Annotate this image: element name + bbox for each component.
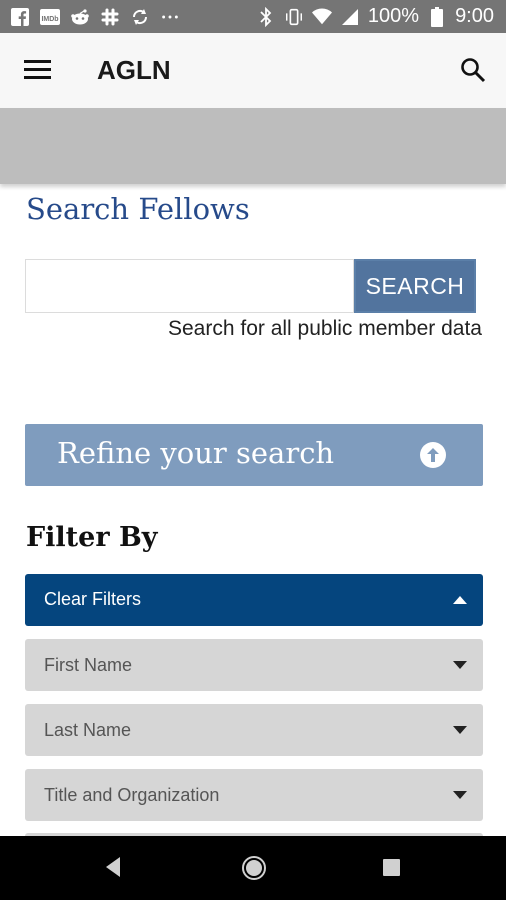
page-title: Search Fellows bbox=[26, 192, 250, 226]
bluetooth-icon bbox=[256, 6, 276, 27]
menu-icon[interactable] bbox=[24, 59, 52, 81]
imdb-icon: IMDb bbox=[40, 7, 60, 27]
back-icon[interactable] bbox=[104, 856, 122, 883]
app-title: AGLN bbox=[97, 55, 171, 85]
sync-icon bbox=[130, 7, 150, 27]
search-icon[interactable] bbox=[460, 57, 486, 83]
home-icon[interactable] bbox=[241, 855, 267, 886]
filter-last-name[interactable]: Last Name bbox=[25, 704, 483, 756]
caret-down-icon bbox=[453, 791, 467, 799]
clock: 9:00 bbox=[455, 5, 494, 27]
status-bar: IMDb 100% 9:00 bbox=[0, 0, 506, 33]
caret-down-icon bbox=[453, 726, 467, 734]
notification-icons: IMDb bbox=[10, 7, 180, 27]
search-button[interactable]: SEARCH bbox=[354, 259, 476, 313]
search-form: SEARCH bbox=[25, 259, 476, 313]
refine-label: Refine your search bbox=[57, 436, 335, 470]
filter-item-label: First Name bbox=[44, 655, 133, 675]
reddit-icon bbox=[70, 7, 90, 27]
clear-filters-button[interactable]: Clear Filters bbox=[25, 574, 483, 626]
facebook-icon bbox=[10, 7, 30, 27]
system-icons: 100% 9:00 bbox=[256, 5, 494, 28]
filter-first-name[interactable]: First Name bbox=[25, 639, 483, 691]
clear-filters-label: Clear Filters bbox=[44, 589, 142, 609]
filter-item-label: Title and Organization bbox=[44, 785, 220, 805]
app-bar: AGLN bbox=[0, 33, 506, 108]
more-icon bbox=[160, 7, 180, 27]
header-banner bbox=[0, 108, 506, 184]
filter-title-organization[interactable]: Title and Organization bbox=[25, 769, 483, 821]
caret-down-icon bbox=[453, 661, 467, 669]
signal-icon bbox=[340, 7, 360, 27]
search-input[interactable] bbox=[25, 259, 354, 313]
battery-icon bbox=[427, 6, 447, 27]
search-help-text: Search for all public member data bbox=[168, 317, 482, 340]
system-nav-bar bbox=[0, 836, 506, 900]
svg-text:IMDb: IMDb bbox=[41, 16, 58, 23]
vibrate-icon bbox=[284, 7, 304, 27]
wifi-icon bbox=[311, 7, 332, 27]
slack-icon bbox=[100, 7, 120, 27]
refine-search-toggle[interactable]: Refine your search bbox=[25, 424, 483, 486]
filter-title: Filter By bbox=[26, 522, 158, 553]
caret-up-icon bbox=[453, 596, 467, 604]
arrow-up-circle-icon bbox=[419, 441, 447, 469]
battery-percent: 100% bbox=[367, 5, 420, 27]
recents-icon[interactable] bbox=[383, 859, 400, 876]
filter-item-label: Last Name bbox=[44, 720, 132, 740]
